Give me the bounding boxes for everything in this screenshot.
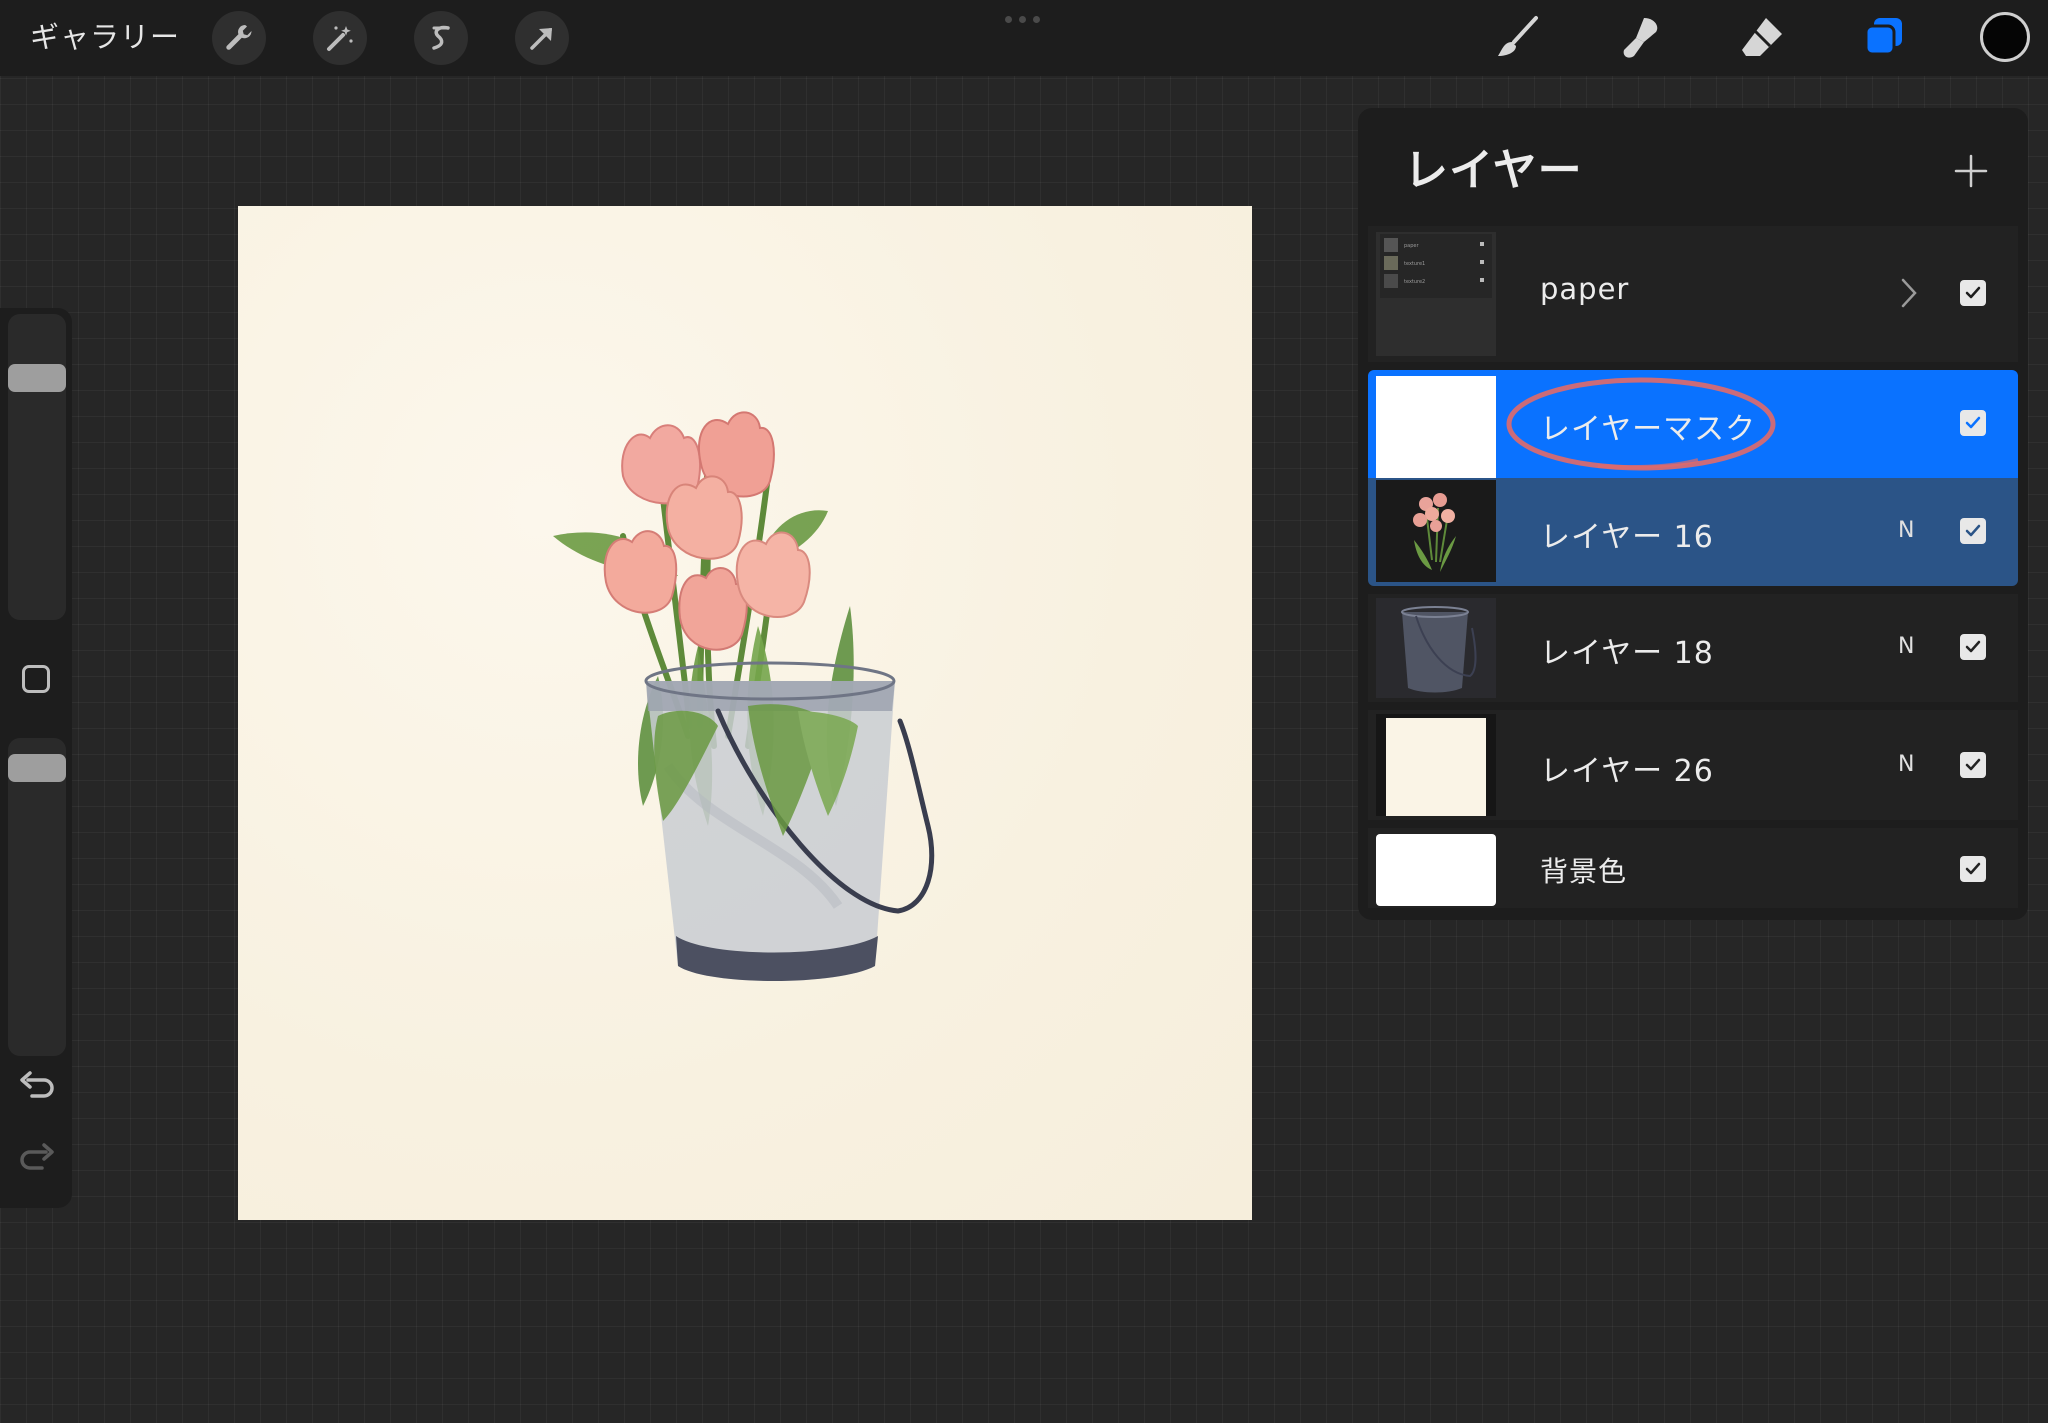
brush-size-slider[interactable] [8,314,66,620]
window-grabber[interactable] [1005,16,1045,24]
undo-icon[interactable] [18,1070,56,1104]
layer-row-mask[interactable]: レイヤーマスク [1368,370,2018,478]
left-sidebar [0,308,72,1208]
layers-icon[interactable] [1858,12,1910,64]
layer-thumbnail [1376,376,1496,478]
layer-thumbnail [1376,480,1496,582]
gallery-button[interactable]: ギャラリー [30,14,180,60]
layer-name: レイヤー 26 [1540,754,1714,789]
brush-size-knob[interactable] [8,364,66,392]
layer-thumbnail [1376,598,1496,698]
layer-row-18[interactable]: レイヤー 18 N [1368,594,2018,702]
layers-panel: レイヤー paper texture1 texture2 paper レイヤーマ… [1358,108,2028,920]
visibility-checkbox[interactable] [1960,634,1986,660]
visibility-checkbox[interactable] [1960,410,1986,436]
redo-icon[interactable] [18,1142,56,1176]
layer-name: paper [1540,272,1630,306]
color-picker-button[interactable] [1980,12,2030,62]
layer-name: レイヤー 18 [1540,636,1714,671]
visibility-checkbox[interactable] [1960,752,1986,778]
visibility-checkbox[interactable] [1960,280,1986,306]
svg-text:paper: paper [1404,243,1419,249]
wrench-icon[interactable] [212,11,266,65]
layer-thumbnail [1376,714,1496,816]
layer-row-26[interactable]: レイヤー 26 N [1368,710,2018,820]
svg-text:texture2: texture2 [1404,279,1425,285]
layer-thumbnail [1376,834,1496,906]
magic-wand-icon[interactable] [313,11,367,65]
smudge-icon[interactable] [1614,12,1666,64]
layer-row-background-color[interactable]: 背景色 [1368,828,2018,908]
layer-name: レイヤー 16 [1540,520,1714,555]
layer-row-paper[interactable]: paper texture1 texture2 paper [1368,226,2018,362]
opacity-knob[interactable] [8,754,66,782]
svg-text:texture1: texture1 [1404,261,1425,267]
modifier-square-icon[interactable] [22,665,50,693]
selection-icon[interactable] [414,11,468,65]
blend-mode-indicator[interactable]: N [1898,752,1914,777]
top-toolbar: ギャラリー [0,0,2048,76]
red-circle-annotation [1506,377,1776,471]
layer-name: 背景色 [1540,855,1628,888]
layer-thumbnail: paper texture1 texture2 [1376,232,1496,356]
tulip-bucket-artwork [553,411,935,981]
drawing-canvas[interactable] [238,206,1252,1220]
transform-icon[interactable] [515,11,569,65]
layer-row-16[interactable]: レイヤー 16 N [1368,478,2018,586]
blend-mode-indicator[interactable]: N [1898,518,1914,543]
brush-icon[interactable] [1492,12,1544,64]
layers-panel-title: レイヤー [1404,145,1583,196]
plus-icon[interactable] [1944,144,1998,198]
visibility-checkbox[interactable] [1960,856,1986,882]
opacity-slider[interactable] [8,738,66,1056]
chevron-right-icon[interactable] [1898,276,1920,310]
visibility-checkbox[interactable] [1960,518,1986,544]
blend-mode-indicator[interactable]: N [1898,634,1914,659]
eraser-icon[interactable] [1736,12,1788,64]
